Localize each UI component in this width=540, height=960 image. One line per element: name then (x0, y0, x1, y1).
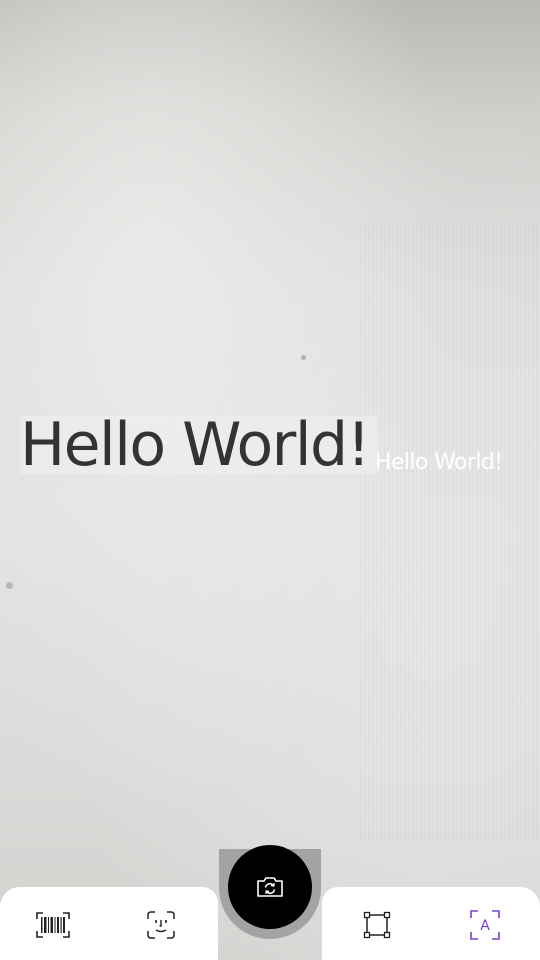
switch-camera-icon (255, 875, 285, 899)
screen-texture (360, 220, 540, 840)
text-recognition-icon: A (470, 910, 500, 940)
camera-scanner-screen: Hello World! Hello World! A (0, 0, 540, 960)
text-mode-letter: A (480, 918, 490, 934)
camera-preview[interactable]: Hello World! Hello World! (0, 0, 540, 960)
barcode-scan-icon (36, 912, 70, 938)
capture-button[interactable] (228, 845, 312, 929)
detected-text: Hello World! (20, 410, 371, 480)
face-scan-icon (147, 911, 175, 939)
text-mode-button[interactable]: A (465, 905, 505, 945)
object-mode-button[interactable] (357, 905, 397, 945)
object-bounds-icon (363, 911, 391, 939)
dust-speck (301, 355, 306, 360)
toolbar-right-panel (322, 887, 540, 960)
recognized-text-label: Hello World! (375, 450, 503, 475)
dust-speck (6, 582, 13, 589)
barcode-mode-button[interactable] (33, 905, 73, 945)
face-mode-button[interactable] (141, 905, 181, 945)
